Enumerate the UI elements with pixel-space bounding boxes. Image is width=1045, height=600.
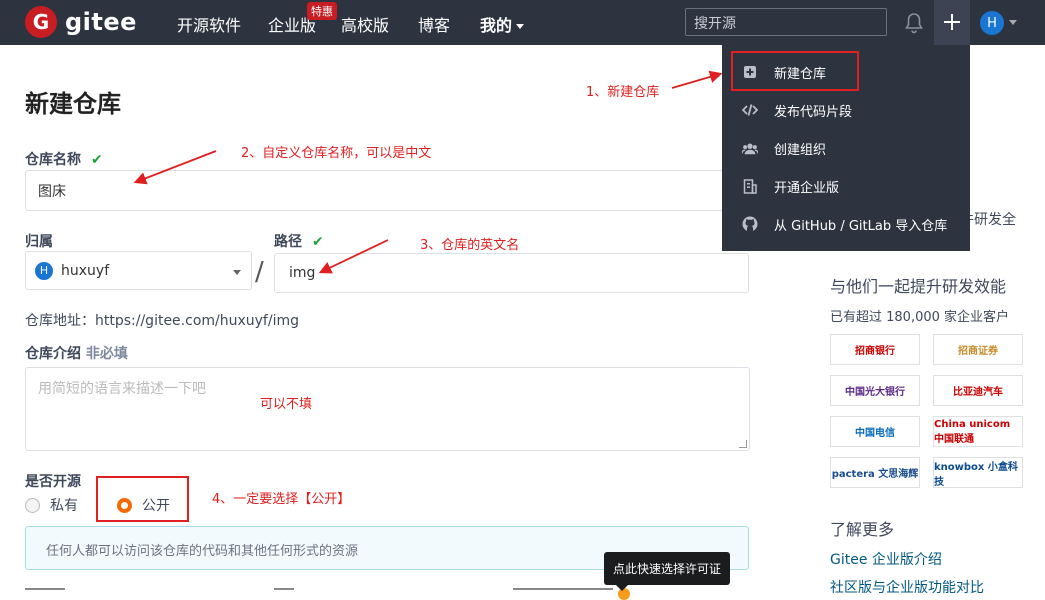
arrow-to-repo-name — [133, 150, 217, 185]
annotation-arrows — [133, 70, 723, 274]
arrow-to-new-repo — [671, 70, 723, 89]
arrow-to-path — [318, 239, 389, 274]
